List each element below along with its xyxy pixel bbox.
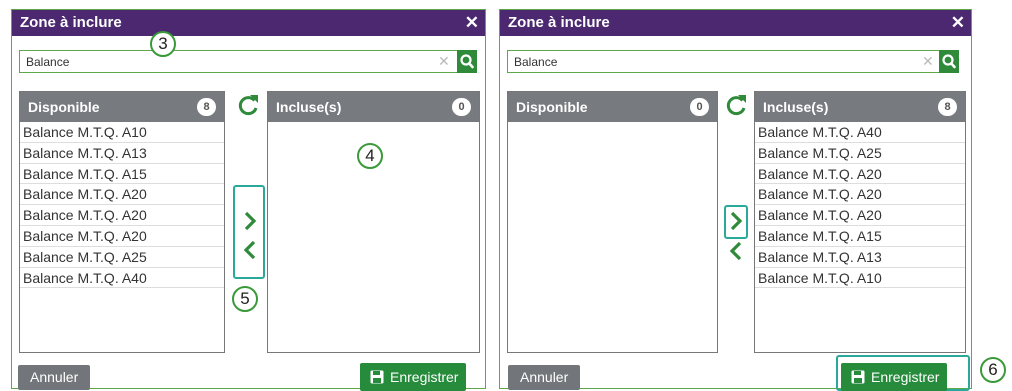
callout-4: 4 <box>357 143 383 169</box>
list-item[interactable]: Balance M.T.Q. A20 <box>20 205 224 226</box>
available-list: Disponible 8 Balance M.T.Q. A10 Balance M… <box>19 91 225 353</box>
close-icon[interactable]: ✕ <box>465 10 479 36</box>
included-count-badge: 8 <box>938 98 957 116</box>
search-field: ✕ <box>19 50 477 73</box>
chevron-right-icon[interactable] <box>239 210 261 232</box>
included-list: Incluse(s) 8 Balance M.T.Q. A40 Balance M… <box>754 91 966 353</box>
list-item[interactable]: Balance M.T.Q. A13 <box>755 247 965 268</box>
list-item[interactable]: Balance M.T.Q. A20 <box>755 205 965 226</box>
refresh-icon[interactable] <box>723 91 749 119</box>
save-button[interactable]: Enregistrer <box>841 363 948 391</box>
included-items: Balance M.T.Q. A40 Balance M.T.Q. A25 Bala… <box>755 122 965 289</box>
available-items: Balance M.T.Q. A10 Balance M.T.Q. A13 Bala… <box>20 122 224 289</box>
callout-6: 6 <box>980 357 1006 383</box>
move-buttons-highlight <box>233 185 265 279</box>
search-button[interactable] <box>457 50 477 73</box>
included-list: Incluse(s) 0 <box>267 91 480 353</box>
clear-icon[interactable]: ✕ <box>922 53 934 70</box>
callout-3: 3 <box>150 31 176 57</box>
available-count-badge: 8 <box>197 98 216 116</box>
refresh-icon[interactable] <box>235 91 261 119</box>
clear-icon[interactable]: ✕ <box>438 53 450 70</box>
floppy-disk-icon <box>851 370 865 384</box>
cancel-button[interactable]: Annuler <box>508 365 581 390</box>
available-label: Disponible <box>28 99 100 115</box>
list-item[interactable]: Balance M.T.Q. A40 <box>755 122 965 143</box>
list-item[interactable]: Balance M.T.Q. A13 <box>20 143 224 164</box>
chevron-right-icon[interactable] <box>725 210 747 232</box>
dialog-title: Zone à inclure <box>508 14 610 31</box>
floppy-disk-icon <box>370 370 384 384</box>
available-list: Disponible 0 <box>507 91 718 353</box>
save-label: Enregistrer <box>871 369 940 385</box>
list-item[interactable]: Balance M.T.Q. A25 <box>20 247 224 268</box>
chevron-left-icon[interactable] <box>239 239 261 261</box>
list-item[interactable]: Balance M.T.Q. A20 <box>20 226 224 247</box>
list-item[interactable]: Balance M.T.Q. A20 <box>20 184 224 206</box>
dialog-titlebar: Zone à inclure ✕ <box>500 10 971 36</box>
search-input[interactable] <box>514 53 919 70</box>
list-item[interactable]: Balance M.T.Q. A15 <box>20 164 224 185</box>
save-label: Enregistrer <box>390 369 459 385</box>
list-item[interactable]: Balance M.T.Q. A25 <box>755 143 965 164</box>
available-label: Disponible <box>516 99 588 115</box>
search-field: ✕ <box>507 50 959 73</box>
save-button[interactable]: Enregistrer <box>360 363 467 391</box>
chevron-left-icon[interactable] <box>725 240 747 262</box>
included-header: Incluse(s) 0 <box>268 92 479 122</box>
search-icon <box>942 54 956 69</box>
list-item[interactable]: Balance M.T.Q. A10 <box>20 122 224 143</box>
zone-dialog-right: Zone à inclure ✕ ✕ Disponible 0 Incluse(… <box>499 9 972 391</box>
search-icon <box>460 54 474 69</box>
list-item[interactable]: Balance M.T.Q. A40 <box>20 268 224 289</box>
close-icon[interactable]: ✕ <box>951 10 965 36</box>
list-item[interactable]: Balance M.T.Q. A20 <box>755 184 965 206</box>
search-button[interactable] <box>939 50 959 73</box>
list-item[interactable]: Balance M.T.Q. A15 <box>755 226 965 247</box>
available-header: Disponible 8 <box>20 92 224 122</box>
included-label: Incluse(s) <box>276 99 342 115</box>
dialog-title: Zone à inclure <box>20 14 122 31</box>
dialog-titlebar: Zone à inclure ✕ <box>12 10 485 36</box>
zone-dialog-left: Zone à inclure ✕ ✕ Disponible 8 Balance … <box>11 9 486 391</box>
list-item[interactable]: Balance M.T.Q. A20 <box>755 164 965 185</box>
available-count-badge: 0 <box>690 98 709 116</box>
callout-5: 5 <box>232 286 258 312</box>
included-count-badge: 0 <box>452 98 471 116</box>
included-label: Incluse(s) <box>763 99 829 115</box>
included-header: Incluse(s) 8 <box>755 92 965 122</box>
list-item[interactable]: Balance M.T.Q. A10 <box>755 268 965 289</box>
cancel-button[interactable]: Annuler <box>18 365 91 390</box>
search-input[interactable] <box>26 53 436 70</box>
available-header: Disponible 0 <box>508 92 717 122</box>
